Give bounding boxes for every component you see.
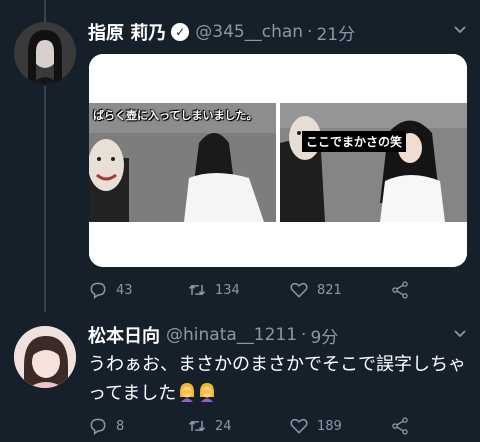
retweet-count: 24 (215, 418, 232, 434)
woman-facepalming-emoji (198, 382, 216, 402)
reply-count: 43 (116, 282, 133, 298)
reply-button[interactable]: 43 (88, 278, 133, 302)
chevron-down-icon[interactable] (450, 326, 470, 346)
like-button[interactable]: 821 (289, 278, 342, 302)
reply-icon (90, 282, 106, 299)
retweet-icon (188, 284, 206, 296)
avatar[interactable] (14, 326, 76, 388)
tweet-body: うわぁお、まさかのまさかでそこで誤字しちゃってました (88, 354, 466, 404)
tweet-actions: 43 134 821 (88, 278, 468, 302)
share-button[interactable] (390, 278, 418, 302)
heart-icon (290, 282, 308, 298)
tweet-matsumoto[interactable]: 松本日向 @hinata__1211 · 9分 うわぁお、まさかのまさかでそこで… (0, 0, 480, 435)
like-button[interactable]: 189 (289, 414, 342, 438)
separator-dot: · (301, 325, 307, 345)
retweet-button[interactable]: 24 (187, 414, 232, 438)
timestamp[interactable]: 9分 (310, 323, 338, 348)
reply-button[interactable]: 8 (88, 414, 124, 438)
display-name[interactable]: 松本日向 (88, 322, 160, 348)
video-caption: ここでまかさの笑 (302, 131, 407, 152)
reply-icon (90, 418, 106, 435)
retweet-icon (188, 420, 206, 432)
share-icon (392, 281, 408, 299)
share-icon (392, 417, 408, 435)
like-count: 189 (317, 418, 342, 434)
heart-icon (290, 418, 308, 434)
handle[interactable]: @hinata__1211 (166, 325, 297, 345)
reply-count: 8 (116, 418, 125, 434)
tweet-text: うわぁお、まさかのまさかでそこで誤字しちゃってました (88, 350, 473, 408)
woman-facepalming-emoji (178, 382, 196, 402)
retweet-count: 134 (215, 282, 240, 298)
like-count: 821 (317, 282, 342, 298)
tweet-actions: 8 24 189 (88, 414, 468, 438)
tweet-header: 松本日向 @hinata__1211 · 9分 (88, 322, 338, 348)
retweet-button[interactable]: 134 (187, 278, 240, 302)
share-button[interactable] (390, 414, 418, 438)
